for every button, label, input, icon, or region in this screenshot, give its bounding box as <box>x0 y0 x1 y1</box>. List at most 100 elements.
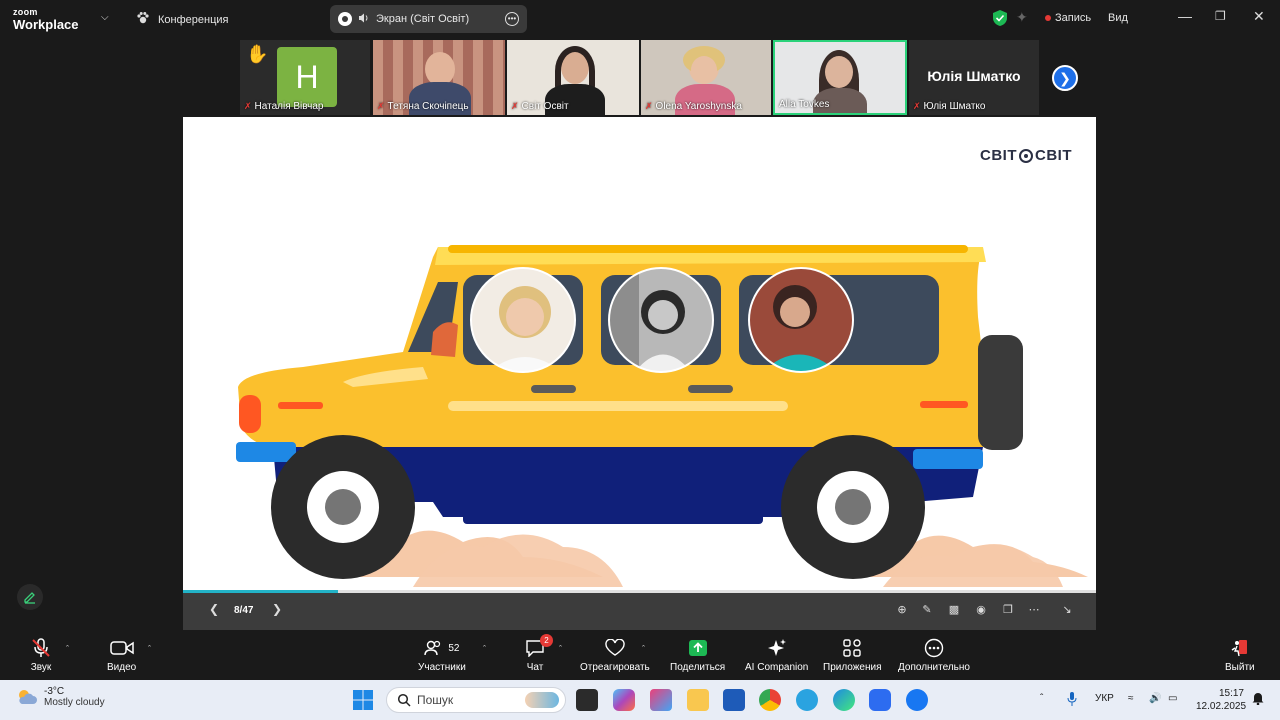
zoom-in-icon[interactable]: ⊕ <box>894 603 910 619</box>
show-hidden-icons-icon[interactable]: ˆ <box>1040 693 1043 704</box>
more-icon[interactable]: ⋯ <box>1026 603 1042 619</box>
search-highlight-icon <box>525 692 559 708</box>
search-icon <box>397 693 411 707</box>
meeting-toolbar: Звук ˆ Видео ˆ 52 Участники ˆ 2 Чат ˆ От… <box>0 630 1280 680</box>
car-illustration <box>236 245 1088 587</box>
participant-name: Юлія Шматко <box>923 101 986 112</box>
taskbar-search-input[interactable]: Пошук <box>386 687 566 713</box>
wifi-icon[interactable]: ≈ <box>1128 693 1134 704</box>
facebook-icon[interactable] <box>906 689 928 711</box>
share-status-pill[interactable]: Экран (Світ Освіт) ••• <box>330 5 527 33</box>
react-button[interactable]: Отреагировать <box>580 638 650 673</box>
os-taskbar: -3°C Mostly cloudy Пошук ˆ УКР ≈ 🔊 ▭ 15:… <box>0 680 1280 720</box>
avatar: H <box>277 47 337 107</box>
video-options-caret[interactable]: ˆ <box>148 644 151 654</box>
apps-button[interactable]: Приложения <box>823 638 882 673</box>
collapse-icon[interactable]: ↘ <box>1059 603 1075 619</box>
record-button[interactable]: Запись <box>1045 12 1091 24</box>
leave-button[interactable]: Выйти <box>1225 638 1255 673</box>
audio-options-caret[interactable]: ˆ <box>66 644 69 654</box>
participant-name: Olena Yaroshynska <box>655 101 742 112</box>
audio-button[interactable]: Звук <box>30 638 52 673</box>
minimize-icon[interactable]: — <box>1178 8 1192 24</box>
participant-tile[interactable]: ✋ H ✗ Наталія Вівчар <box>240 40 370 115</box>
ai-sparkle-icon[interactable]: ✦ <box>1016 9 1028 26</box>
participant-name: Світ Освіт <box>521 101 569 112</box>
weather-widget[interactable]: -3°C Mostly cloudy <box>16 686 105 708</box>
video-button[interactable]: Видео <box>107 638 136 673</box>
zoom-logo: zoom Workplace <box>13 7 79 32</box>
volume-icon[interactable]: 🔊 <box>1149 693 1161 704</box>
participant-display-name: Юлія Шматко <box>927 68 1021 84</box>
participant-tile[interactable]: ✗ Olena Yaroshynska <box>641 40 771 115</box>
language-indicator[interactable]: УКР <box>1095 693 1114 704</box>
participant-tile[interactable]: Юлія Шматко ✗ Юлія Шматко <box>909 40 1039 115</box>
snipping-tool-icon[interactable] <box>650 689 672 711</box>
mic-muted-icon: ✗ <box>511 101 519 111</box>
title-bar: zoom Workplace ⌵ Конференция Экран (Світ… <box>0 0 1280 38</box>
mic-muted-icon <box>30 638 52 658</box>
chat-button[interactable]: 2 Чат <box>525 634 553 673</box>
participant-name: Наталія Вівчар <box>254 101 324 112</box>
slide-page-indicator: 8/47 <box>234 605 254 616</box>
encryption-shield-icon[interactable] <box>993 10 1007 31</box>
more-button[interactable]: Дополнительно <box>898 638 970 673</box>
telegram-icon[interactable] <box>796 689 818 711</box>
chevron-down-icon[interactable]: ⌵ <box>101 12 109 23</box>
captions-icon[interactable]: ▩ <box>946 603 962 619</box>
share-screen-button[interactable]: Поделиться <box>670 638 725 673</box>
heart-icon <box>604 638 626 658</box>
paw-icon <box>136 11 150 28</box>
leave-icon <box>1230 638 1250 658</box>
ai-companion-button[interactable]: AI Companion <box>745 638 808 673</box>
participant-video <box>825 56 853 88</box>
previous-slide-button[interactable]: ❮ <box>209 602 219 616</box>
pen-icon[interactable]: ✎ <box>919 603 935 619</box>
participant-tile[interactable]: ✗ Тетяна Скочіпець <box>373 40 505 115</box>
next-slide-button[interactable]: ❯ <box>272 602 282 616</box>
view-button[interactable]: Вид <box>1108 12 1128 24</box>
participant-video <box>425 52 455 86</box>
sparkle-icon <box>767 638 787 658</box>
screens-icon[interactable]: ❐ <box>1000 603 1016 619</box>
participant-name: Тетяна Скочіпець <box>387 101 469 112</box>
meeting-title: Конференция <box>158 13 229 26</box>
partly-cloudy-icon <box>19 690 37 704</box>
edge-icon[interactable] <box>833 689 855 711</box>
broadcast-icon[interactable]: ◉ <box>973 603 989 619</box>
share-label: Экран (Світ Освіт) <box>376 13 470 25</box>
notification-bell-icon[interactable] <box>1252 691 1264 708</box>
chrome-icon[interactable] <box>759 689 781 711</box>
windows-start-icon[interactable] <box>352 689 374 711</box>
store-icon[interactable] <box>723 689 745 711</box>
file-explorer-icon[interactable] <box>687 689 709 711</box>
copilot-icon[interactable] <box>613 689 635 711</box>
participants-button[interactable]: 52 Участники <box>418 638 466 673</box>
annotate-button[interactable] <box>17 584 43 610</box>
meeting-info-button[interactable]: Конференция <box>136 11 228 28</box>
restore-icon[interactable]: ❐ <box>1215 9 1226 23</box>
record-dot-icon <box>338 12 352 26</box>
record-indicator <box>1045 15 1051 21</box>
mic-muted-icon: ✗ <box>913 101 921 111</box>
raised-hand-icon: ✋ <box>246 44 269 64</box>
shared-screen-slide: СВІТ СВІТ <box>183 117 1096 593</box>
video-camera-icon <box>109 638 134 658</box>
react-options-caret[interactable]: ˆ <box>642 644 645 654</box>
close-icon[interactable]: ✕ <box>1253 8 1265 25</box>
slide-control-bar: ❮ 8/47 ❯ ⊕ ✎ ▩ ◉ ❐ ⋯ ↘ <box>183 593 1096 630</box>
participant-tile-active-speaker[interactable]: Alla Tovkes <box>773 40 907 115</box>
microphone-icon[interactable] <box>1067 691 1077 710</box>
system-clock[interactable]: 15:17 12.02.2025 <box>1196 687 1246 713</box>
participants-options-caret[interactable]: ˆ <box>483 644 486 654</box>
zoom-app-icon[interactable] <box>869 689 891 711</box>
task-view-icon[interactable] <box>576 689 598 711</box>
mic-muted-icon: ✗ <box>244 101 252 111</box>
chat-unread-badge: 2 <box>540 634 553 647</box>
participant-tile[interactable]: ✗ Світ Освіт <box>507 40 639 115</box>
battery-icon[interactable]: ▭ <box>1168 693 1177 704</box>
more-options-icon[interactable]: ••• <box>505 12 519 26</box>
speaker-icon <box>358 12 370 27</box>
next-page-button[interactable]: ❯ <box>1052 65 1078 91</box>
chat-options-caret[interactable]: ˆ <box>559 644 562 654</box>
